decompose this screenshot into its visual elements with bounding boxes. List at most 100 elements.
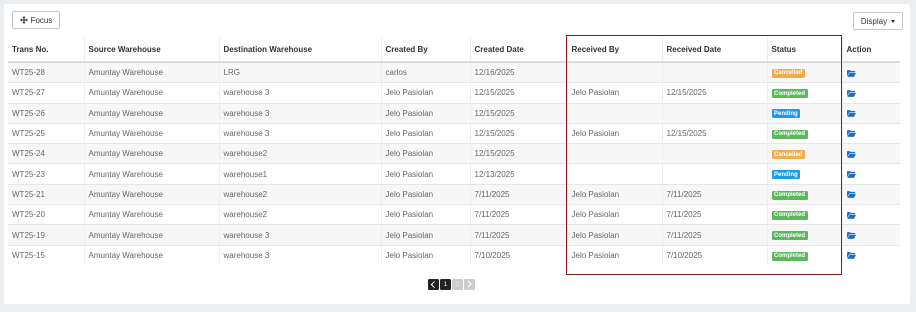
cell-received-by: Jelo Pasiolan [566, 82, 662, 104]
cell-received-by: Jelo Pasiolan [566, 122, 662, 144]
cell-source: Amuntay Warehouse [83, 163, 219, 185]
status-badge: Completed [771, 129, 808, 139]
cell-created-by: Jelo Pasiolan [380, 122, 470, 144]
column-header[interactable]: Received Date [661, 37, 767, 63]
cell-destination: warehouse1 [218, 163, 381, 185]
page-button[interactable]: 1 [440, 279, 451, 290]
column-header: Action [841, 37, 900, 63]
cell-trans-no: WT25-21 [8, 183, 84, 205]
prev-page-button[interactable] [428, 279, 439, 290]
cell-source: Amuntay Warehouse [83, 244, 219, 265]
folder-open-icon[interactable] [846, 252, 856, 260]
transfers-table: Trans No. Source Warehouse Destination W… [8, 37, 900, 265]
cell-status: Completed [766, 82, 842, 104]
cell-destination: warehouse2 [218, 204, 381, 225]
folder-open-icon[interactable] [846, 171, 856, 178]
cell-source: Amuntay Warehouse [83, 143, 219, 164]
cell-status: Cancelled [766, 61, 842, 83]
cell-trans-no: WT25-20 [8, 204, 84, 225]
column-header[interactable]: Trans No. [8, 37, 84, 63]
caret-down-icon [891, 19, 896, 23]
cell-source: Amuntay Warehouse [83, 183, 219, 205]
folder-open-icon[interactable] [846, 130, 856, 138]
status-badge: Completed [771, 231, 808, 241]
cell-status: Completed [766, 183, 842, 205]
column-header[interactable]: Destination Warehouse [218, 37, 381, 63]
cell-created-date: 7/11/2025 [469, 204, 567, 225]
page-button[interactable]: 2 [452, 279, 463, 290]
cell-action [841, 244, 900, 265]
display-button-label: Display [860, 16, 888, 26]
cell-created-date: 7/11/2025 [469, 224, 567, 246]
cell-received-date: 7/11/2025 [661, 183, 767, 205]
cell-trans-no: WT25-26 [8, 102, 84, 124]
table-row: WT25-24 Amuntay Warehouse warehouse2 Jelo P… [8, 143, 900, 164]
cell-status: Pending [766, 102, 842, 124]
cell-source: Amuntay Warehouse [83, 61, 219, 83]
status-badge: Completed [771, 251, 808, 261]
cell-received-date [661, 61, 767, 83]
cell-received-by [566, 163, 662, 185]
cell-destination: warehouse 3 [218, 102, 381, 124]
cell-received-by: Jelo Pasiolan [566, 204, 662, 225]
table-row: WT25-15 Amuntay Warehouse warehouse 3 Jelo … [8, 244, 900, 265]
table-row: WT25-26 Amuntay Warehouse warehouse 3 Jelo … [8, 102, 900, 124]
cell-action [841, 82, 900, 104]
status-badge: Completed [771, 89, 808, 99]
cell-action [841, 163, 900, 185]
cell-created-date: 7/10/2025 [469, 244, 567, 265]
cell-destination: warehouse 3 [218, 82, 381, 104]
cell-trans-no: WT25-15 [8, 244, 84, 265]
column-header[interactable]: Status [766, 37, 842, 63]
folder-open-icon[interactable] [846, 89, 856, 97]
cell-trans-no: WT25-25 [8, 122, 84, 144]
cell-created-date: 12/15/2025 [469, 122, 567, 144]
folder-open-icon[interactable] [846, 232, 856, 239]
cell-action [841, 183, 900, 205]
cell-created-by: Jelo Pasiolan [380, 204, 470, 225]
folder-open-icon[interactable] [846, 69, 856, 77]
pagination: 1 2 [428, 279, 475, 290]
cell-trans-no: WT25-28 [8, 61, 84, 83]
cell-created-by: Jelo Pasiolan [380, 244, 470, 265]
status-badge: Completed [771, 190, 808, 200]
cell-created-date: 7/11/2025 [469, 183, 567, 205]
folder-open-icon[interactable] [846, 211, 856, 219]
cell-action [841, 61, 900, 83]
cell-received-date [661, 163, 767, 185]
table-row: WT25-19 Amuntay Warehouse warehouse 3 Jelo … [8, 224, 900, 246]
cell-status: Completed [766, 122, 842, 144]
cell-status: Completed [766, 244, 842, 265]
focus-button[interactable]: Focus [12, 11, 60, 29]
folder-open-icon[interactable] [846, 191, 856, 199]
column-header[interactable]: Created Date [469, 37, 567, 63]
cell-trans-no: WT25-24 [8, 143, 84, 164]
folder-open-icon[interactable] [846, 110, 856, 117]
column-header[interactable]: Received By [566, 37, 662, 63]
cell-destination: warehouse 3 [218, 244, 381, 265]
chevron-right-icon [465, 281, 472, 288]
table-header-row: Trans No. Source Warehouse Destination W… [8, 37, 900, 63]
cell-status: Cancelled [766, 143, 842, 164]
cell-created-date: 12/15/2025 [469, 102, 567, 124]
cell-received-date: 12/15/2025 [661, 122, 767, 144]
status-badge: Pending [771, 170, 801, 180]
table-row: WT25-28 Amuntay Warehouse LRG carlos 12/16/2… [8, 61, 900, 83]
table-row: WT25-20 Amuntay Warehouse warehouse2 Jelo P… [8, 204, 900, 225]
cell-destination: warehouse2 [218, 143, 381, 164]
cell-source: Amuntay Warehouse [83, 122, 219, 144]
cell-received-date: 12/15/2025 [661, 82, 767, 104]
cell-created-date: 12/16/2025 [469, 61, 567, 83]
cell-received-by [566, 143, 662, 164]
cell-destination: LRG [218, 61, 381, 83]
table-row: WT25-25 Amuntay Warehouse warehouse 3 Jelo … [8, 122, 900, 144]
column-header[interactable]: Created By [380, 37, 470, 63]
cell-received-date: 7/11/2025 [661, 224, 767, 246]
display-dropdown-button[interactable]: Display [853, 12, 903, 30]
column-header[interactable]: Source Warehouse [83, 37, 219, 63]
status-badge: Cancelled [771, 150, 805, 160]
folder-open-icon[interactable] [846, 150, 856, 158]
next-page-button[interactable] [464, 279, 475, 290]
cell-created-date: 12/15/2025 [469, 143, 567, 164]
cell-received-by: Jelo Pasiolan [566, 183, 662, 205]
